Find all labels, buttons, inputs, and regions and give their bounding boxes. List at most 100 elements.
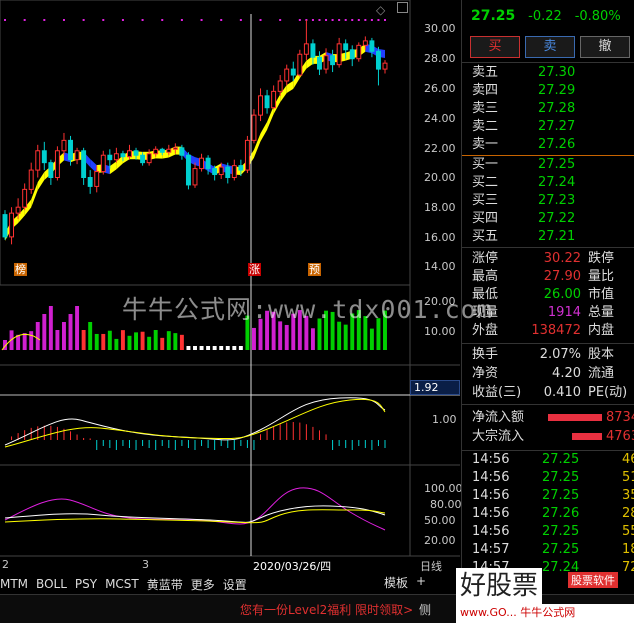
volume-bar bbox=[75, 306, 80, 350]
volume-bar bbox=[16, 334, 21, 350]
ask-label: 卖一 bbox=[472, 137, 499, 152]
candle-body bbox=[277, 80, 283, 92]
mtm-bar bbox=[24, 430, 26, 440]
signal-dot bbox=[200, 19, 203, 21]
tick-row[interactable]: 14:57 27.25 18 bbox=[472, 541, 634, 559]
mtm-bar bbox=[96, 440, 98, 450]
candle-body bbox=[74, 150, 80, 161]
ask-row[interactable]: 卖四 27.29 bbox=[472, 82, 632, 99]
ask-row[interactable]: 卖一 27.26 bbox=[472, 136, 632, 153]
bid-row[interactable]: 买五 27.21 bbox=[472, 228, 632, 245]
mtm-bar bbox=[109, 440, 111, 448]
tab-psy[interactable]: PSY bbox=[75, 577, 97, 591]
chart-area[interactable]: 30.00 28.00 26.00 24.00 22.00 20.00 18.0… bbox=[0, 0, 463, 576]
volume-bar bbox=[22, 333, 27, 350]
bid-row[interactable]: 买二 27.24 bbox=[472, 174, 632, 191]
mtm-bar bbox=[227, 440, 229, 448]
signal-dot bbox=[121, 19, 124, 21]
candle-body bbox=[61, 139, 67, 152]
tab-mtm[interactable]: MTM bbox=[0, 577, 28, 591]
logo-tag: 股票软件 bbox=[568, 572, 618, 588]
tab-mcst[interactable]: MCST bbox=[105, 577, 139, 591]
mtm-bar bbox=[305, 424, 307, 440]
add-button[interactable]: + bbox=[416, 574, 426, 591]
tick-row[interactable]: 14:56 27.26 28 bbox=[472, 505, 634, 523]
signal-dot bbox=[161, 19, 164, 21]
tick-row[interactable]: 14:56 27.25 51 bbox=[472, 469, 634, 487]
bid-row[interactable]: 买三 27.23 bbox=[472, 192, 632, 209]
candle-body bbox=[94, 171, 100, 187]
volume-bar bbox=[212, 346, 217, 350]
mtm-bar bbox=[266, 430, 268, 440]
maximize-icon[interactable] bbox=[397, 2, 408, 13]
candle-body bbox=[185, 154, 191, 186]
candle-body bbox=[107, 154, 113, 161]
mtm-bar bbox=[246, 440, 248, 448]
period-label[interactable]: 日线 bbox=[420, 558, 442, 574]
tick-time: 14:56 bbox=[472, 524, 510, 539]
flow-label: 大宗流入 bbox=[472, 429, 525, 444]
volume-tick: 10.00 bbox=[424, 325, 456, 338]
volume-bar bbox=[62, 322, 66, 350]
signal-dot bbox=[377, 19, 380, 21]
buy-button[interactable]: 买 bbox=[470, 36, 520, 58]
sell-button[interactable]: 卖 bbox=[525, 36, 575, 58]
signal-dot bbox=[82, 19, 85, 21]
tab-settings[interactable]: 设置 bbox=[223, 576, 247, 593]
volume-bar bbox=[114, 338, 119, 350]
tick-volume: 55 bbox=[622, 524, 634, 539]
candle-body bbox=[258, 95, 263, 116]
tick-row[interactable]: 14:56 27.25 46 bbox=[472, 451, 634, 469]
signal-dot bbox=[180, 19, 183, 21]
mtm-bar bbox=[312, 426, 314, 440]
price-tick: 20.00 bbox=[424, 171, 456, 184]
volume-bar bbox=[88, 322, 93, 350]
candle-body bbox=[81, 150, 87, 179]
signal-dot bbox=[102, 19, 105, 21]
stat-label: 最高 bbox=[472, 269, 499, 284]
ask-price: 27.30 bbox=[538, 65, 576, 80]
stat-label: 净资 bbox=[472, 366, 499, 381]
tick-row[interactable]: 14:56 27.25 35 bbox=[472, 487, 634, 505]
ask-row[interactable]: 卖二 27.27 bbox=[472, 118, 632, 135]
ask-row[interactable]: 卖三 27.28 bbox=[472, 100, 632, 117]
volume-bar bbox=[48, 306, 53, 350]
tab-more[interactable]: 更多 bbox=[191, 576, 215, 593]
trend-band bbox=[37, 172, 45, 191]
mtm-bar bbox=[338, 440, 340, 446]
signal-dot bbox=[357, 19, 360, 21]
candle-body bbox=[369, 40, 375, 52]
stat-row: 收益(三) 0.410 PE(动) bbox=[472, 384, 634, 401]
level2-promo-link[interactable]: 您有一份Level2福利 限时领取> bbox=[240, 601, 413, 618]
diamond-icon[interactable]: ◇ bbox=[376, 3, 385, 17]
bid-row[interactable]: 买一 27.25 bbox=[472, 156, 632, 173]
mtm-bar bbox=[384, 440, 386, 448]
ask-row[interactable]: 卖五 27.30 bbox=[472, 64, 632, 81]
cancel-order-button[interactable]: 撤 bbox=[580, 36, 630, 58]
candle-body bbox=[41, 150, 47, 164]
kdj-d-line bbox=[4, 509, 386, 524]
candle-body bbox=[310, 43, 316, 58]
kline-chart[interactable] bbox=[0, 0, 460, 576]
tick-price: 27.25 bbox=[542, 542, 580, 557]
candle-body bbox=[205, 157, 211, 170]
candle-body bbox=[251, 114, 257, 141]
tab-yellow-blue-band[interactable]: 黄蓝带 bbox=[147, 576, 183, 593]
stat-value: 2.07% bbox=[539, 347, 581, 362]
candle-body bbox=[343, 43, 349, 51]
tab-boll[interactable]: BOLL bbox=[36, 577, 67, 591]
trend-band bbox=[260, 121, 268, 142]
candle-body bbox=[120, 153, 126, 158]
tick-price: 27.25 bbox=[542, 470, 580, 485]
template-button[interactable]: 模板 bbox=[384, 574, 408, 591]
candle-body bbox=[271, 90, 277, 109]
candle-body bbox=[218, 166, 224, 176]
bid-row[interactable]: 买四 27.22 bbox=[472, 210, 632, 227]
mtm-bar bbox=[240, 440, 242, 446]
tick-row[interactable]: 14:56 27.25 55 bbox=[472, 523, 634, 541]
candle-body bbox=[323, 55, 329, 70]
mtm-bar bbox=[207, 440, 209, 448]
mtm-bar bbox=[76, 434, 78, 440]
tick-price: 27.25 bbox=[542, 452, 580, 467]
logo-url: www.GO... 牛牛公式网 www.tdx001.com bbox=[456, 604, 634, 623]
